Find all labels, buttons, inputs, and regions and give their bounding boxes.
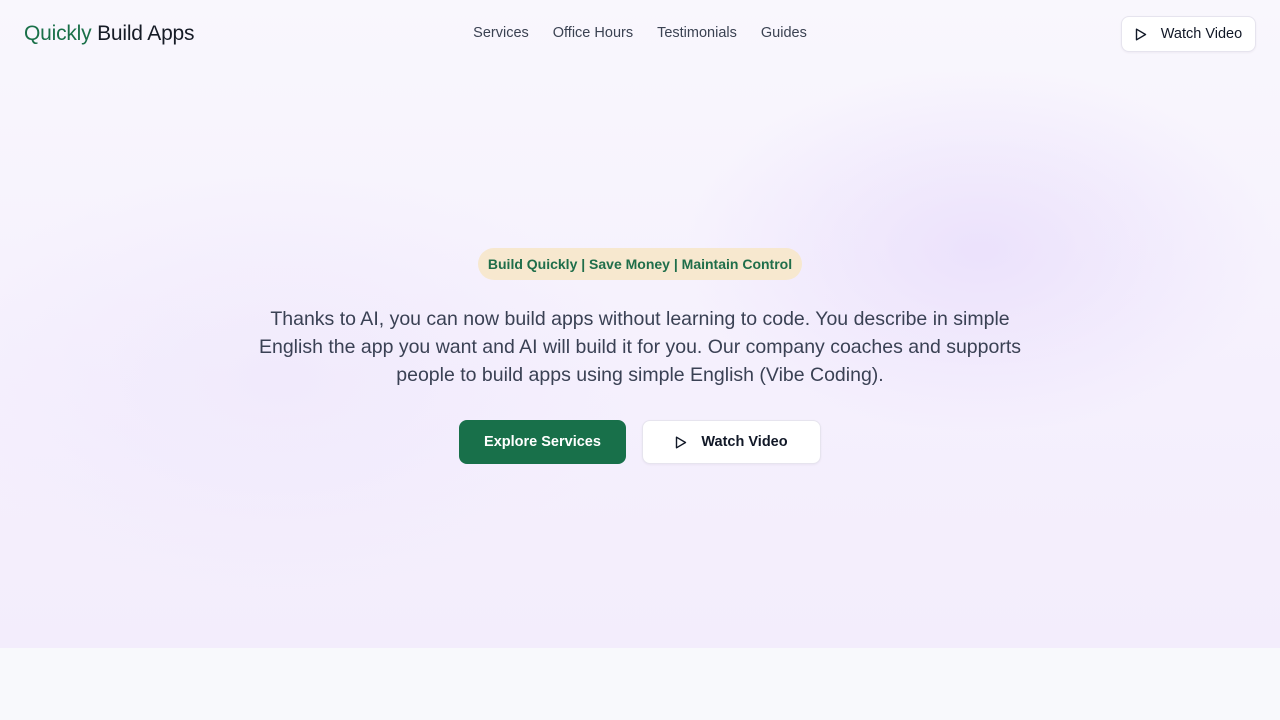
nav-link-testimonials[interactable]: Testimonials	[657, 25, 737, 41]
main-nav: Services Office Hours Testimonials Guide…	[0, 25, 1280, 41]
tagline-badge: Build Quickly | Save Money | Maintain Co…	[478, 248, 802, 280]
hero-watch-video-label: Watch Video	[701, 434, 788, 450]
nav-link-services[interactable]: Services	[473, 25, 529, 41]
explore-services-button[interactable]: Explore Services	[459, 420, 626, 464]
nav-link-office-hours[interactable]: Office Hours	[553, 25, 633, 41]
play-icon	[676, 436, 687, 448]
hero-cta-row: Explore Services Watch Video	[459, 420, 821, 464]
hero-watch-video-button[interactable]: Watch Video	[642, 420, 821, 464]
hero-description: Thanks to AI, you can now build apps wit…	[258, 308, 1022, 386]
site-header: Quickly Build Apps Services Office Hours…	[0, 0, 1280, 68]
next-section	[0, 648, 1280, 720]
header-watch-video-label: Watch Video	[1160, 26, 1243, 42]
play-icon	[1135, 28, 1146, 40]
header-watch-video-button[interactable]: Watch Video	[1121, 16, 1256, 52]
nav-link-guides[interactable]: Guides	[761, 25, 807, 41]
